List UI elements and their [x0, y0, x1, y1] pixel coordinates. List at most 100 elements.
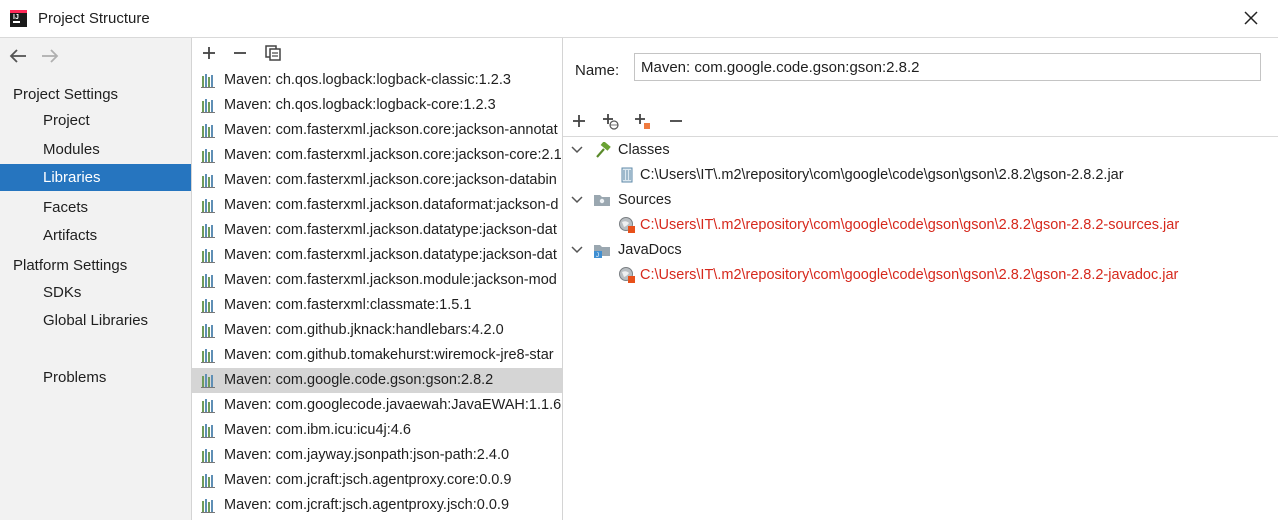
name-label: Name: — [575, 62, 620, 79]
back-arrow-icon[interactable] — [8, 47, 28, 65]
library-list-item[interactable]: Maven: com.ibm.icu:icu4j:4.6 — [192, 418, 562, 443]
library-list-item[interactable]: Maven: com.jayway.jsonpath:json-path:2.4… — [192, 443, 562, 468]
hammer-icon — [596, 142, 611, 158]
library-name: Maven: com.jayway.jsonpath:json-path:2.4… — [224, 447, 510, 463]
add-icon[interactable] — [570, 112, 588, 130]
nav-item-global-libraries[interactable]: Global Libraries — [0, 307, 191, 334]
library-name: Maven: com.google.code.gson:gson:2.8.2 — [224, 372, 494, 388]
library-name: Maven: com.fasterxml.jackson.module:jack… — [224, 272, 557, 288]
library-icon — [201, 249, 215, 263]
svg-text:IJ: IJ — [13, 14, 19, 21]
library-list-item[interactable]: Maven: com.google.code.gson:gson:2.8.2 — [192, 368, 562, 393]
library-icon — [201, 99, 215, 113]
javadocs-path: C:\Users\IT\.m2\repository\com\google\co… — [640, 267, 1179, 283]
remove-icon[interactable] — [231, 44, 249, 62]
tree-node-javadocs-path[interactable]: C:\Users\IT\.m2\repository\com\google\co… — [563, 263, 1278, 288]
library-list-item[interactable]: Maven: com.github.jknack:handlebars:4.2.… — [192, 318, 562, 343]
platform-settings-header: Platform Settings — [13, 257, 128, 274]
libraries-panel: Maven: ch.qos.logback:logback-classic:1.… — [192, 38, 563, 520]
library-name: Maven: com.fasterxml.jackson.dataformat:… — [224, 197, 559, 213]
library-icon — [201, 199, 215, 213]
library-icon — [201, 74, 215, 88]
library-list-item[interactable]: Maven: com.fasterxml.jackson.datatype:ja… — [192, 243, 562, 268]
library-name: Maven: com.googlecode.javaewah:JavaEWAH:… — [224, 397, 562, 413]
tree-node-classes[interactable]: Classes — [563, 138, 1278, 163]
nav-item-artifacts[interactable]: Artifacts — [0, 222, 191, 249]
library-name: Maven: com.fasterxml.jackson.core:jackso… — [224, 122, 558, 138]
library-icon — [201, 299, 215, 313]
library-list-item[interactable]: Maven: com.fasterxml.jackson.dataformat:… — [192, 193, 562, 218]
classes-path: C:\Users\IT\.m2\repository\com\google\co… — [640, 167, 1124, 183]
add-url-icon[interactable] — [601, 112, 619, 130]
roots-toolbar — [563, 108, 1278, 137]
source-folder-icon — [594, 195, 610, 206]
library-icon — [201, 474, 215, 488]
library-list-item[interactable]: Maven: com.jcraft:jsch.agentproxy.jsch:0… — [192, 493, 562, 518]
chevron-down-icon[interactable] — [571, 245, 583, 255]
library-name: Maven: com.github.jknack:handlebars:4.2.… — [224, 322, 504, 338]
library-list-item[interactable]: Maven: com.jcraft:jsch.agentproxy.core:0… — [192, 468, 562, 493]
library-icon — [201, 399, 215, 413]
library-icon — [201, 424, 215, 438]
library-name: Maven: com.fasterxml.jackson.core:jackso… — [224, 172, 557, 188]
tree-node-javadocs[interactable]: J JavaDocs — [563, 238, 1278, 263]
javadoc-folder-icon: J — [594, 245, 610, 258]
library-icon — [201, 349, 215, 363]
nav-item-sdks[interactable]: SDKs — [0, 279, 191, 306]
intellij-app-icon: IJ — [10, 10, 27, 27]
copy-icon[interactable] — [264, 44, 282, 62]
broken-link-globe-icon — [619, 217, 635, 233]
library-name: Maven: com.fasterxml:classmate:1.5.1 — [224, 297, 472, 313]
library-name: Maven: com.jcraft:jsch.agentproxy.core:0… — [224, 472, 512, 488]
library-list-item[interactable]: Maven: com.fasterxml.jackson.core:jackso… — [192, 118, 562, 143]
settings-sidebar: Project Settings Project Modules Librari… — [0, 38, 192, 520]
library-icon — [201, 449, 215, 463]
classes-label: Classes — [618, 142, 670, 158]
title-bar: IJ Project Structure — [0, 0, 1278, 38]
nav-item-problems[interactable]: Problems — [0, 364, 191, 391]
library-list-item[interactable]: Maven: ch.qos.logback:logback-classic:1.… — [192, 68, 562, 93]
library-list-item[interactable]: Maven: com.googlecode.javaewah:JavaEWAH:… — [192, 393, 562, 418]
nav-item-facets[interactable]: Facets — [0, 194, 191, 221]
library-icon — [201, 324, 215, 338]
tree-node-sources-path[interactable]: C:\Users\IT\.m2\repository\com\google\co… — [563, 213, 1278, 238]
add-icon[interactable] — [200, 44, 218, 62]
library-name: Maven: com.fasterxml.jackson.datatype:ja… — [224, 247, 557, 263]
forward-arrow-icon[interactable] — [40, 47, 60, 65]
add-attachment-icon[interactable] — [633, 112, 651, 130]
library-list-item[interactable]: Maven: com.fasterxml:classmate:1.5.1 — [192, 293, 562, 318]
library-icon — [201, 374, 215, 388]
library-list-item[interactable]: Maven: com.fasterxml.jackson.core:jackso… — [192, 143, 562, 168]
nav-item-modules[interactable]: Modules — [0, 136, 191, 163]
svg-text:J: J — [596, 253, 599, 258]
library-list-item[interactable]: Maven: ch.qos.logback:logback-core:1.2.3 — [192, 93, 562, 118]
library-icon — [201, 224, 215, 238]
nav-item-libraries[interactable]: Libraries — [0, 164, 191, 191]
jar-file-icon — [621, 167, 633, 183]
tree-node-sources[interactable]: Sources — [563, 188, 1278, 213]
library-name: Maven: com.ibm.icu:icu4j:4.6 — [224, 422, 411, 438]
sources-path: C:\Users\IT\.m2\repository\com\google\co… — [640, 217, 1180, 233]
library-name: Maven: ch.qos.logback:logback-core:1.2.3 — [224, 97, 496, 113]
library-icon — [201, 149, 215, 163]
close-icon[interactable] — [1240, 7, 1262, 29]
sources-label: Sources — [618, 192, 672, 208]
window-title: Project Structure — [38, 10, 150, 27]
library-icon — [201, 124, 215, 138]
library-list-item[interactable]: Maven: com.fasterxml.jackson.core:jackso… — [192, 168, 562, 193]
tree-node-classes-path[interactable]: C:\Users\IT\.m2\repository\com\google\co… — [563, 163, 1278, 188]
library-icon — [201, 499, 215, 513]
library-list-item[interactable]: Maven: com.fasterxml.jackson.module:jack… — [192, 268, 562, 293]
library-list-item[interactable]: Maven: com.fasterxml.jackson.datatype:ja… — [192, 218, 562, 243]
remove-icon[interactable] — [667, 112, 685, 130]
broken-link-globe-icon — [619, 267, 635, 283]
chevron-down-icon[interactable] — [571, 145, 583, 155]
library-name: Maven: ch.qos.logback:logback-classic:1.… — [224, 72, 511, 88]
chevron-down-icon[interactable] — [571, 195, 583, 205]
library-name-field[interactable] — [634, 53, 1261, 81]
nav-item-project[interactable]: Project — [0, 107, 191, 134]
libraries-toolbar — [192, 38, 562, 66]
library-detail-panel: Name: Maven: com.google.code.gson:gson:2… — [563, 38, 1278, 520]
library-name: Maven: com.fasterxml.jackson.core:jackso… — [224, 147, 562, 163]
library-list-item[interactable]: Maven: com.github.tomakehurst:wiremock-j… — [192, 343, 562, 368]
